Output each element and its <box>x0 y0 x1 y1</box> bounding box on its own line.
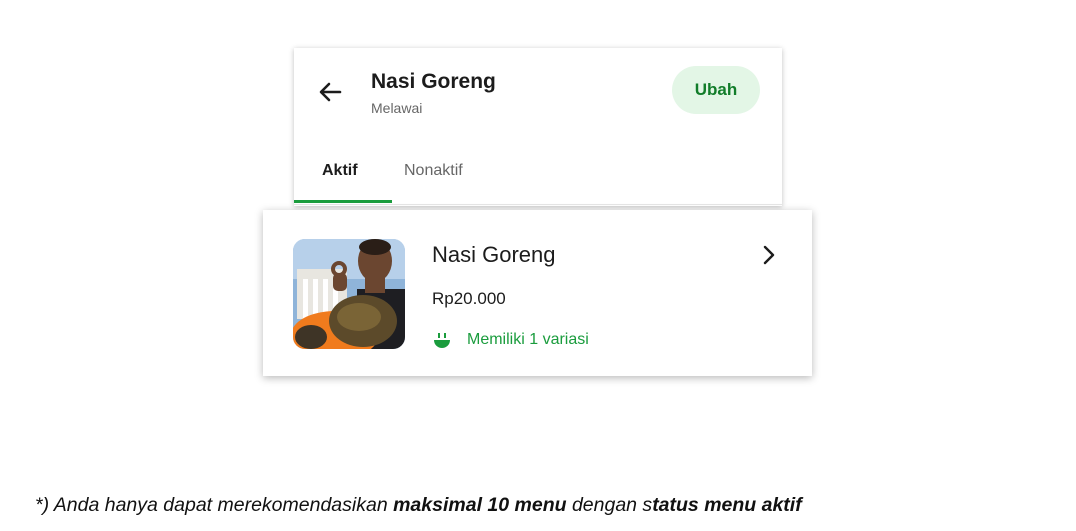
footnote-part2: dengan s <box>566 494 653 516</box>
bowl-icon <box>434 333 450 348</box>
menu-header-card: Nasi Goreng Melawai Ubah Aktif Nonaktif <box>294 48 782 206</box>
page-subtitle: Melawai <box>371 100 423 116</box>
arrow-left-icon[interactable] <box>316 78 344 106</box>
footnote-bold2: tatus menu aktif <box>652 494 802 516</box>
menu-item-photo <box>293 239 405 349</box>
footnote-bold1: maksimal 10 menu <box>393 494 567 516</box>
variant-label: Memiliki 1 variasi <box>467 331 589 348</box>
active-tab-indicator <box>294 200 392 203</box>
menu-item-card[interactable]: Nasi Goreng Rp20.000 Memiliki 1 variasi <box>263 210 812 376</box>
tab-divider <box>294 204 782 205</box>
footnote-part1: *) Anda hanya dapat merekomendasikan <box>35 494 394 516</box>
tab-nonaktif[interactable]: Nonaktif <box>404 162 463 180</box>
menu-item-price: Rp20.000 <box>432 289 506 308</box>
tab-aktif[interactable]: Aktif <box>322 162 358 180</box>
menu-item-name: Nasi Goreng <box>432 242 556 267</box>
footnote: *) Anda hanya dapat merekomendasikan mak… <box>35 494 802 517</box>
edit-button[interactable]: Ubah <box>672 66 760 114</box>
chevron-right-icon[interactable] <box>759 244 779 266</box>
page-title: Nasi Goreng <box>371 70 496 93</box>
variant-info: Memiliki 1 variasi <box>432 330 589 350</box>
